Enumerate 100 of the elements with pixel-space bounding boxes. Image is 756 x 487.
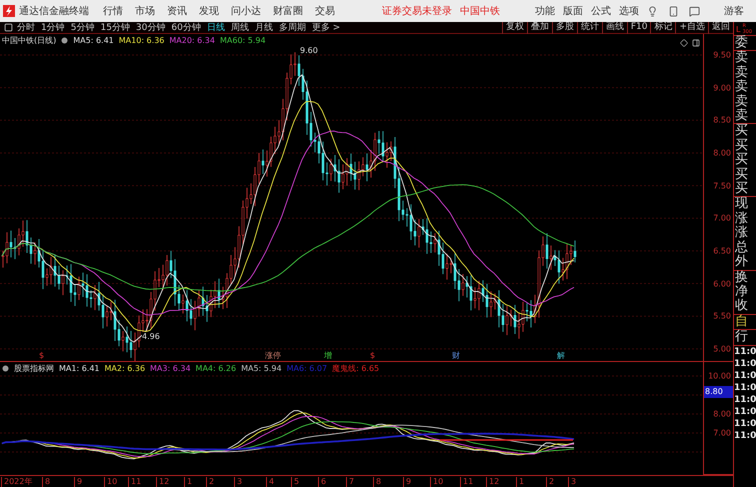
ma-legend: MA6: 6.07 [286, 364, 328, 373]
date-tick: 3 [234, 477, 242, 487]
date-tick: 5 [291, 477, 300, 487]
date-tick: 2 [546, 477, 554, 487]
ma-legend: MA5: 6.41 [73, 36, 114, 45]
quote-label: 换 [734, 270, 749, 284]
user-name[interactable]: 游客 [724, 4, 744, 18]
phone-icon[interactable] [668, 6, 679, 16]
quote-label: 涨 [734, 226, 749, 240]
menu-item[interactable]: 资讯 [167, 4, 187, 18]
quote-label: 委 [734, 36, 749, 50]
price-tick: 9.00 [713, 83, 731, 92]
period-tab[interactable]: 30分钟 [136, 21, 166, 34]
quote-label: 买 [734, 168, 749, 182]
panel-toggle-icon[interactable] [4, 23, 13, 32]
quote-label: 卖 [734, 80, 749, 94]
price-tick: 6.00 [713, 279, 731, 288]
high-price-label: 9.60 [300, 46, 318, 55]
panel-icon[interactable] [692, 39, 700, 47]
toolbar-button[interactable]: 多股 [552, 22, 577, 34]
indicator-name: 股票指标网 [14, 363, 54, 374]
period-tab[interactable]: 5分钟 [70, 21, 94, 34]
date-tick: 2 [206, 477, 214, 487]
price-tick: 7.00 [713, 214, 731, 223]
low-price-label: 4.96 [142, 332, 160, 341]
date-tick: 4 [266, 477, 274, 487]
date-tick: 3 [568, 477, 576, 487]
period-tab[interactable]: 分时 [17, 21, 35, 34]
date-tick: 1 [516, 477, 524, 487]
quote-label: 现 [734, 197, 749, 212]
menu-item[interactable]: 公式 [591, 4, 611, 18]
quote-label: 卖 [734, 66, 749, 80]
quote-label: 卖 [734, 51, 749, 66]
toolbar-button[interactable]: 返回 [708, 22, 733, 34]
toolbar-button[interactable]: +自选 [675, 22, 708, 34]
toolbar-button[interactable]: 叠加 [526, 22, 552, 34]
date-tick: 9 [403, 477, 412, 487]
quote-label: 涨 [734, 212, 749, 226]
event-marker[interactable]: 财 [451, 351, 461, 360]
event-marker[interactable]: 涨停 [264, 351, 282, 360]
menu-item[interactable]: 行情 [103, 4, 123, 18]
date-tick: 6 [318, 477, 326, 487]
quote-label: 外 [734, 255, 749, 270]
indicator-tick: 8.00 [713, 410, 731, 418]
date-tick: 11 [460, 477, 474, 487]
menu-item[interactable]: 交易 [315, 4, 335, 18]
menu-item[interactable]: 市场 [135, 4, 155, 18]
toolbar-button[interactable]: 画线 [602, 22, 627, 34]
toolbar-button[interactable]: F10 [626, 22, 650, 34]
period-tab[interactable]: 日线 [206, 21, 225, 34]
period-tab[interactable]: 60分钟 [171, 21, 201, 34]
period-tab[interactable]: 15分钟 [100, 21, 130, 34]
trade-time: 11:0 [734, 346, 756, 358]
event-marker[interactable]: $ [369, 351, 376, 360]
event-marker[interactable]: 解 [556, 351, 566, 360]
period-tab[interactable]: 月线 [254, 21, 273, 34]
date-tick: 10 [430, 477, 444, 487]
date-tick: 11 [128, 477, 142, 487]
price-tick: 8.50 [713, 116, 731, 125]
toolbar-button[interactable]: 复权 [502, 22, 527, 34]
trade-time: 11:0 [734, 358, 756, 370]
ma-legend: MA5: 5.94 [241, 364, 282, 373]
quote-label: 买 [734, 153, 749, 168]
date-tick: 8 [42, 477, 50, 487]
price-tick: 6.50 [713, 246, 731, 256]
price-tick: 8.00 [713, 148, 731, 158]
ma-legend: MA1: 6.41 [59, 364, 100, 373]
panel-header-label: L [736, 24, 740, 34]
app-name: 通达信金融终端 [19, 4, 89, 18]
menu-item[interactable]: 财富圈 [273, 4, 303, 18]
menu-item[interactable]: 发现 [199, 4, 219, 18]
ma-legend: MA4: 6.26 [196, 364, 236, 373]
diamond-icon[interactable] [680, 39, 688, 47]
app-logo-icon [3, 5, 15, 17]
quote-label: 总 [734, 240, 749, 255]
lightbulb-icon[interactable] [647, 6, 658, 16]
ma-legend: MA60: 5.94 [220, 36, 266, 45]
toolbar-button[interactable]: 标记 [650, 22, 676, 34]
login-status[interactable]: 证券交易未登录 [382, 4, 452, 18]
trade-time: 11:0 [734, 418, 756, 430]
menu-item[interactable]: 问小达 [231, 4, 261, 18]
chat-icon[interactable] [689, 6, 700, 16]
date-tick: 10 [104, 477, 118, 487]
period-tab[interactable]: 1分钟 [41, 21, 65, 34]
menu-item[interactable]: 版面 [563, 4, 583, 18]
menu-item[interactable]: 选项 [619, 4, 639, 18]
period-tab[interactable]: 周线 [230, 21, 249, 34]
more-tab[interactable]: 更多 > [312, 21, 340, 34]
stock-name: 中国中铁 [460, 4, 500, 18]
date-tick: 7 [346, 477, 354, 487]
period-tab[interactable]: 多周期 [278, 21, 306, 34]
toolbar-button[interactable]: 统计 [576, 22, 602, 34]
event-marker[interactable]: $ [38, 351, 46, 360]
menu-item[interactable]: 功能 [535, 4, 555, 18]
date-tick: 12 [486, 477, 500, 487]
ma-legend: MA2: 6.36 [104, 364, 146, 373]
date-tick: 9 [74, 477, 82, 487]
trade-time: 11:0 [734, 382, 756, 394]
quote-label: 买 [734, 138, 749, 153]
event-marker[interactable]: 增 [323, 351, 333, 360]
